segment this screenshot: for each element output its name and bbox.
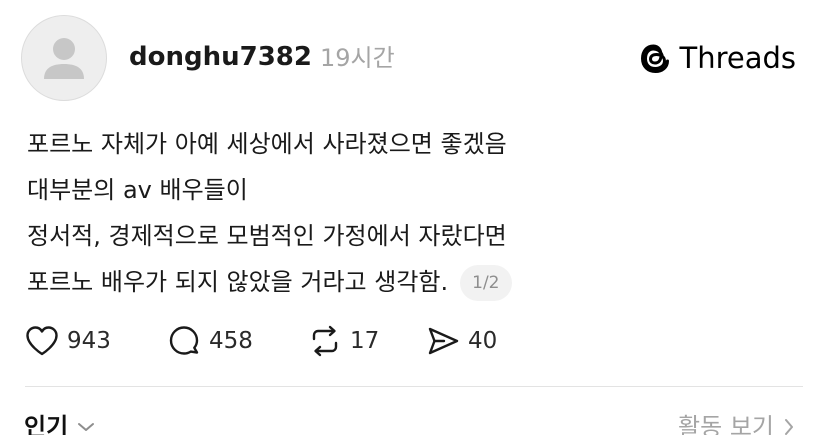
post-line-text: 포르노 배우가 되지 않았을 거라고 생각함. — [27, 268, 449, 296]
share-count: 40 — [468, 328, 498, 354]
threads-brand[interactable]: Threads — [641, 40, 796, 76]
comment-button[interactable]: 458 — [167, 323, 253, 359]
like-count: 943 — [67, 328, 111, 354]
page-indicator-badge: 1/2 — [460, 265, 512, 301]
comment-bubble-icon — [169, 326, 199, 355]
post-line: 정서적, 경제적으로 모범적인 가정에서 자랐다면 — [27, 222, 507, 250]
post-body: 포르노 자체가 아예 세상에서 사라졌으면 좋겠음 대부분의 av 배우들이 정… — [27, 121, 627, 305]
chevron-down-icon — [78, 423, 95, 431]
post-line: 대부분의 av 배우들이 — [27, 176, 248, 204]
repost-button[interactable]: 17 — [308, 323, 379, 359]
heart-icon — [26, 326, 58, 356]
like-button[interactable]: 943 — [25, 323, 111, 359]
post-line-last: 포르노 배우가 되지 않았을 거라고 생각함. 1/2 — [27, 259, 627, 305]
chevron-right-icon — [785, 419, 793, 435]
brand-label: Threads — [679, 41, 796, 75]
sort-dropdown[interactable]: 인기 — [24, 411, 96, 435]
repost-icon — [312, 325, 338, 357]
share-send-icon — [428, 327, 459, 355]
default-avatar-icon — [44, 38, 84, 79]
threads-post-screen: donghu7382 19시간 Threads 포르노 자체가 아예 세상에서 … — [0, 0, 828, 435]
share-button[interactable]: 40 — [426, 323, 497, 359]
post-timestamp: 19시간 — [320, 44, 395, 72]
view-activity-label: 활동 보기 — [678, 413, 774, 435]
author-username[interactable]: donghu7382 — [129, 40, 312, 74]
repost-count: 17 — [350, 328, 380, 354]
comment-count: 458 — [209, 328, 253, 354]
view-activity-link[interactable]: 활동 보기 — [678, 411, 796, 435]
post-line: 포르노 자체가 아예 세상에서 사라졌으면 좋겠음 — [27, 130, 507, 158]
divider — [25, 386, 803, 387]
avatar[interactable] — [21, 15, 107, 101]
threads-logo-icon — [641, 42, 671, 75]
sort-label: 인기 — [24, 413, 69, 435]
